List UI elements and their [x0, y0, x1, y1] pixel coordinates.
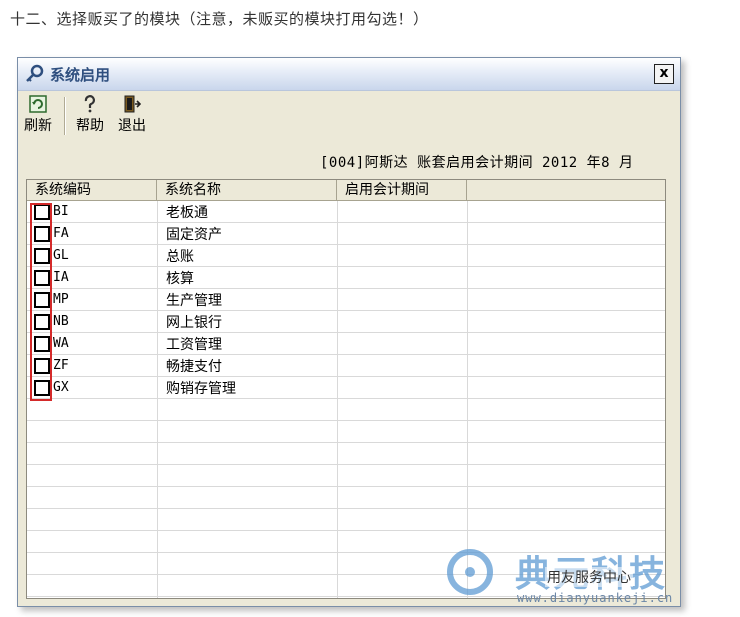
module-code: GX	[53, 380, 69, 395]
module-code: WA	[53, 336, 69, 351]
empty-row	[27, 443, 665, 465]
module-code: GL	[53, 248, 69, 263]
empty-row	[27, 509, 665, 531]
table-row: WA 工资管理	[27, 333, 665, 355]
refresh-button[interactable]: 刷新	[24, 95, 52, 135]
table-row: GL 总账	[27, 245, 665, 267]
module-checkbox[interactable]	[34, 270, 50, 286]
empty-row	[27, 399, 665, 421]
exit-door-icon	[124, 95, 141, 113]
module-checkbox[interactable]	[34, 336, 50, 352]
exit-button[interactable]: 退出	[118, 95, 146, 135]
refresh-icon	[29, 95, 47, 113]
empty-row	[27, 487, 665, 509]
column-header-code[interactable]: 系统编码	[27, 180, 157, 200]
column-header-period[interactable]: 启用会计期间	[337, 180, 467, 200]
module-name: 固定资产	[166, 227, 222, 243]
watermark-url: www.dianyuankeji.cn	[517, 591, 674, 605]
module-checkbox[interactable]	[34, 226, 50, 242]
module-checkbox[interactable]	[34, 314, 50, 330]
module-checkbox[interactable]	[34, 204, 50, 220]
watermark-logo-icon	[447, 549, 493, 595]
module-code: BI	[53, 204, 69, 219]
table-row: GX 购销存管理	[27, 377, 665, 399]
watermark: 典元科技 用友服务中心 www.dianyuankeji.cn	[445, 545, 685, 607]
module-table: 系统编码 系统名称 启用会计期间 BI 老板通 FA 固定资产 GL 总账 IA 核算 MP 生产…	[26, 179, 666, 599]
table-row: ZF 畅捷支付	[27, 355, 665, 377]
table-row: IA 核算	[27, 267, 665, 289]
empty-row	[27, 465, 665, 487]
help-label: 帮助	[76, 118, 104, 134]
toolbar-separator	[64, 97, 66, 135]
module-checkbox[interactable]	[34, 358, 50, 374]
table-row: MP 生产管理	[27, 289, 665, 311]
column-header-blank	[467, 180, 665, 200]
module-checkbox[interactable]	[34, 248, 50, 264]
help-button[interactable]: 帮助	[76, 95, 104, 135]
system-enable-window: 系统启用 x 刷新 帮助 退出 [004]阿斯达 账套启用会计期间 2012 年…	[17, 57, 681, 607]
module-code: ZF	[53, 358, 69, 373]
module-name: 生产管理	[166, 293, 222, 309]
module-name: 工资管理	[166, 337, 222, 353]
column-header-name[interactable]: 系统名称	[157, 180, 337, 200]
table-header: 系统编码 系统名称 启用会计期间	[27, 180, 665, 201]
module-code: FA	[53, 226, 69, 241]
module-name: 老板通	[166, 205, 208, 221]
refresh-label: 刷新	[24, 118, 52, 134]
module-name: 总账	[166, 249, 194, 265]
module-name: 网上银行	[166, 315, 222, 331]
table-row: BI 老板通	[27, 201, 665, 223]
module-name: 核算	[166, 271, 194, 287]
module-checkbox[interactable]	[34, 380, 50, 396]
empty-row	[27, 421, 665, 443]
close-button[interactable]: x	[654, 64, 674, 84]
title-bar: 系统启用 x	[18, 58, 680, 91]
module-code: MP	[53, 292, 69, 307]
table-row: FA 固定资产	[27, 223, 665, 245]
help-icon	[84, 95, 95, 113]
module-checkbox[interactable]	[34, 292, 50, 308]
page-caption: 十二、选择贩买了的模块（注意，未贩买的模块打用勾选！）	[10, 10, 429, 28]
module-code: IA	[53, 270, 69, 285]
window-title: 系统启用	[50, 66, 111, 84]
module-code: NB	[53, 314, 69, 329]
table-row: NB 网上银行	[27, 311, 665, 333]
table-body: BI 老板通 FA 固定资产 GL 总账 IA 核算 MP 生产管理 NB 网上银行 WA 工资管理 ZF 畅…	[27, 201, 665, 598]
account-period-label: [004]阿斯达 账套启用会计期间 2012 年8 月	[320, 155, 634, 171]
watermark-subtitle: 用友服务中心	[545, 567, 633, 587]
module-name: 畅捷支付	[166, 359, 222, 375]
key-icon	[26, 64, 44, 82]
module-name: 购销存管理	[166, 381, 236, 397]
exit-label: 退出	[118, 118, 146, 134]
toolbar: 刷新 帮助 退出	[18, 91, 680, 139]
